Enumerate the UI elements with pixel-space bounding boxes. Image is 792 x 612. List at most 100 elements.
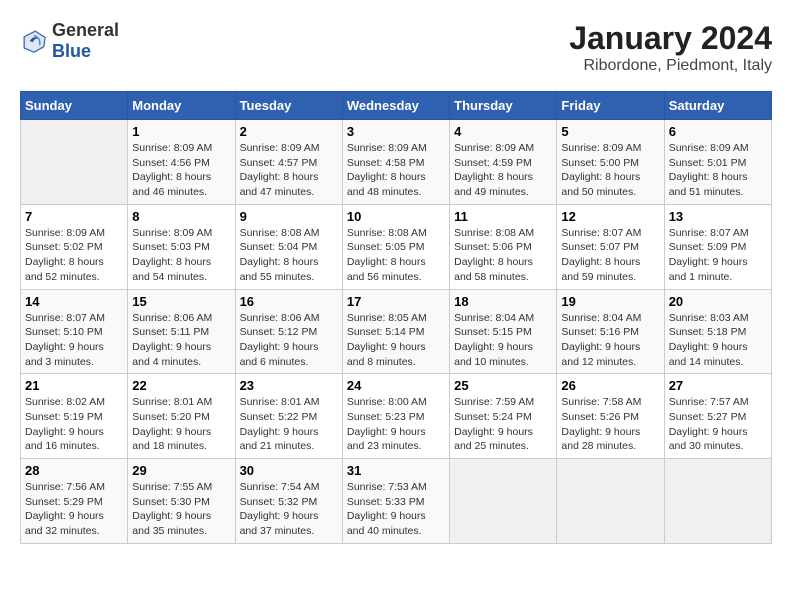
calendar-cell: 7Sunrise: 8:09 AM Sunset: 5:02 PM Daylig… <box>21 204 128 289</box>
day-info: Sunrise: 8:02 AM Sunset: 5:19 PM Dayligh… <box>25 395 123 454</box>
day-info: Sunrise: 8:09 AM Sunset: 4:56 PM Dayligh… <box>132 141 230 200</box>
day-number: 17 <box>347 294 445 309</box>
calendar-cell: 28 Sunrise: 7:56 AM Sunset: 5:29 PM Dayli… <box>21 459 128 544</box>
calendar-cell: 2 Sunrise: 8:09 AM Sunset: 4:57 PM Daylig… <box>235 120 342 205</box>
day-number: 4 <box>454 124 552 139</box>
calendar-header: SundayMondayTuesdayWednesdayThursdayFrid… <box>21 92 772 120</box>
day-number: 12 <box>561 209 659 224</box>
day-info: Sunrise: 8:08 AM Sunset: 5:06 PM Dayligh… <box>454 226 552 285</box>
calendar-cell <box>450 459 557 544</box>
col-header-friday: Friday <box>557 92 664 120</box>
calendar-cell: 31Sunrise: 7:53 AM Sunset: 5:33 PM Dayli… <box>342 459 449 544</box>
week-row-2: 7Sunrise: 8:09 AM Sunset: 5:02 PM Daylig… <box>21 204 772 289</box>
day-info: Sunrise: 8:04 AM Sunset: 5:15 PM Dayligh… <box>454 311 552 370</box>
day-number: 10 <box>347 209 445 224</box>
calendar-cell: 17 Sunrise: 8:05 AM Sunset: 5:14 PM Dayli… <box>342 289 449 374</box>
day-number: 6 <box>669 124 767 139</box>
day-info: Sunrise: 8:08 AM Sunset: 5:04 PM Dayligh… <box>240 226 338 285</box>
day-info: Sunrise: 8:09 AM Sunset: 5:00 PM Dayligh… <box>561 141 659 200</box>
day-info: Sunrise: 7:56 AM Sunset: 5:29 PM Dayligh… <box>25 480 123 539</box>
day-number: 21 <box>25 378 123 393</box>
day-number: 23 <box>240 378 338 393</box>
calendar-cell: 1Sunrise: 8:09 AM Sunset: 4:56 PM Daylig… <box>128 120 235 205</box>
day-number: 25 <box>454 378 552 393</box>
col-header-monday: Monday <box>128 92 235 120</box>
header-row: SundayMondayTuesdayWednesdayThursdayFrid… <box>21 92 772 120</box>
day-info: Sunrise: 8:09 AM Sunset: 4:59 PM Dayligh… <box>454 141 552 200</box>
calendar-cell <box>664 459 771 544</box>
day-number: 24 <box>347 378 445 393</box>
calendar-cell: 29Sunrise: 7:55 AM Sunset: 5:30 PM Dayli… <box>128 459 235 544</box>
calendar-cell: 13Sunrise: 8:07 AM Sunset: 5:09 PM Dayli… <box>664 204 771 289</box>
day-info: Sunrise: 7:54 AM Sunset: 5:32 PM Dayligh… <box>240 480 338 539</box>
day-info: Sunrise: 8:01 AM Sunset: 5:20 PM Dayligh… <box>132 395 230 454</box>
logo-icon <box>20 27 48 55</box>
calendar-cell: 21 Sunrise: 8:02 AM Sunset: 5:19 PM Dayli… <box>21 374 128 459</box>
main-title: January 2024 <box>569 20 772 57</box>
day-info: Sunrise: 8:09 AM Sunset: 4:57 PM Dayligh… <box>240 141 338 200</box>
col-header-thursday: Thursday <box>450 92 557 120</box>
week-row-3: 14 Sunrise: 8:07 AM Sunset: 5:10 PM Dayli… <box>21 289 772 374</box>
calendar-cell: 8Sunrise: 8:09 AM Sunset: 5:03 PM Daylig… <box>128 204 235 289</box>
calendar-cell: 16 Sunrise: 8:06 AM Sunset: 5:12 PM Dayli… <box>235 289 342 374</box>
day-info: Sunrise: 8:04 AM Sunset: 5:16 PM Dayligh… <box>561 311 659 370</box>
calendar-cell: 25 Sunrise: 7:59 AM Sunset: 5:24 PM Dayli… <box>450 374 557 459</box>
day-info: Sunrise: 8:07 AM Sunset: 5:10 PM Dayligh… <box>25 311 123 370</box>
page-header: General Blue January 2024 Ribordone, Pie… <box>20 20 772 75</box>
day-number: 31 <box>347 463 445 478</box>
day-info: Sunrise: 8:06 AM Sunset: 5:12 PM Dayligh… <box>240 311 338 370</box>
day-number: 26 <box>561 378 659 393</box>
day-number: 20 <box>669 294 767 309</box>
calendar-cell: 27 Sunrise: 7:57 AM Sunset: 5:27 PM Dayli… <box>664 374 771 459</box>
calendar-cell: 22Sunrise: 8:01 AM Sunset: 5:20 PM Dayli… <box>128 374 235 459</box>
col-header-tuesday: Tuesday <box>235 92 342 120</box>
logo: General Blue <box>20 20 119 62</box>
calendar-cell: 18Sunrise: 8:04 AM Sunset: 5:15 PM Dayli… <box>450 289 557 374</box>
calendar-cell: 24Sunrise: 8:00 AM Sunset: 5:23 PM Dayli… <box>342 374 449 459</box>
logo-text: General Blue <box>52 20 119 62</box>
calendar-cell: 14 Sunrise: 8:07 AM Sunset: 5:10 PM Dayli… <box>21 289 128 374</box>
calendar-body: 1Sunrise: 8:09 AM Sunset: 4:56 PM Daylig… <box>21 120 772 544</box>
day-number: 28 <box>25 463 123 478</box>
day-number: 16 <box>240 294 338 309</box>
day-info: Sunrise: 8:06 AM Sunset: 5:11 PM Dayligh… <box>132 311 230 370</box>
day-number: 11 <box>454 209 552 224</box>
calendar-cell: 10 Sunrise: 8:08 AM Sunset: 5:05 PM Dayli… <box>342 204 449 289</box>
week-row-1: 1Sunrise: 8:09 AM Sunset: 4:56 PM Daylig… <box>21 120 772 205</box>
calendar-cell: 9 Sunrise: 8:08 AM Sunset: 5:04 PM Daylig… <box>235 204 342 289</box>
day-info: Sunrise: 8:09 AM Sunset: 5:01 PM Dayligh… <box>669 141 767 200</box>
calendar-cell: 4 Sunrise: 8:09 AM Sunset: 4:59 PM Daylig… <box>450 120 557 205</box>
day-info: Sunrise: 8:07 AM Sunset: 5:09 PM Dayligh… <box>669 226 767 285</box>
calendar-cell: 3 Sunrise: 8:09 AM Sunset: 4:58 PM Daylig… <box>342 120 449 205</box>
day-number: 14 <box>25 294 123 309</box>
calendar-cell: 30Sunrise: 7:54 AM Sunset: 5:32 PM Dayli… <box>235 459 342 544</box>
day-info: Sunrise: 8:09 AM Sunset: 5:02 PM Dayligh… <box>25 226 123 285</box>
calendar-cell: 12 Sunrise: 8:07 AM Sunset: 5:07 PM Dayli… <box>557 204 664 289</box>
day-number: 2 <box>240 124 338 139</box>
day-info: Sunrise: 8:01 AM Sunset: 5:22 PM Dayligh… <box>240 395 338 454</box>
col-header-wednesday: Wednesday <box>342 92 449 120</box>
day-number: 3 <box>347 124 445 139</box>
day-number: 29 <box>132 463 230 478</box>
col-header-saturday: Saturday <box>664 92 771 120</box>
logo-blue: Blue <box>52 41 91 61</box>
week-row-5: 28 Sunrise: 7:56 AM Sunset: 5:29 PM Dayli… <box>21 459 772 544</box>
day-info: Sunrise: 8:09 AM Sunset: 5:03 PM Dayligh… <box>132 226 230 285</box>
day-number: 27 <box>669 378 767 393</box>
day-info: Sunrise: 8:09 AM Sunset: 4:58 PM Dayligh… <box>347 141 445 200</box>
day-number: 9 <box>240 209 338 224</box>
day-info: Sunrise: 8:08 AM Sunset: 5:05 PM Dayligh… <box>347 226 445 285</box>
day-info: Sunrise: 8:05 AM Sunset: 5:14 PM Dayligh… <box>347 311 445 370</box>
calendar-table: SundayMondayTuesdayWednesdayThursdayFrid… <box>20 91 772 544</box>
subtitle: Ribordone, Piedmont, Italy <box>569 57 772 75</box>
calendar-cell: 6 Sunrise: 8:09 AM Sunset: 5:01 PM Daylig… <box>664 120 771 205</box>
calendar-cell <box>21 120 128 205</box>
day-info: Sunrise: 7:57 AM Sunset: 5:27 PM Dayligh… <box>669 395 767 454</box>
day-number: 15 <box>132 294 230 309</box>
calendar-cell: 11 Sunrise: 8:08 AM Sunset: 5:06 PM Dayli… <box>450 204 557 289</box>
day-info: Sunrise: 7:58 AM Sunset: 5:26 PM Dayligh… <box>561 395 659 454</box>
day-info: Sunrise: 7:59 AM Sunset: 5:24 PM Dayligh… <box>454 395 552 454</box>
calendar-cell: 26 Sunrise: 7:58 AM Sunset: 5:26 PM Dayli… <box>557 374 664 459</box>
day-info: Sunrise: 8:07 AM Sunset: 5:07 PM Dayligh… <box>561 226 659 285</box>
logo-general: General <box>52 20 119 40</box>
